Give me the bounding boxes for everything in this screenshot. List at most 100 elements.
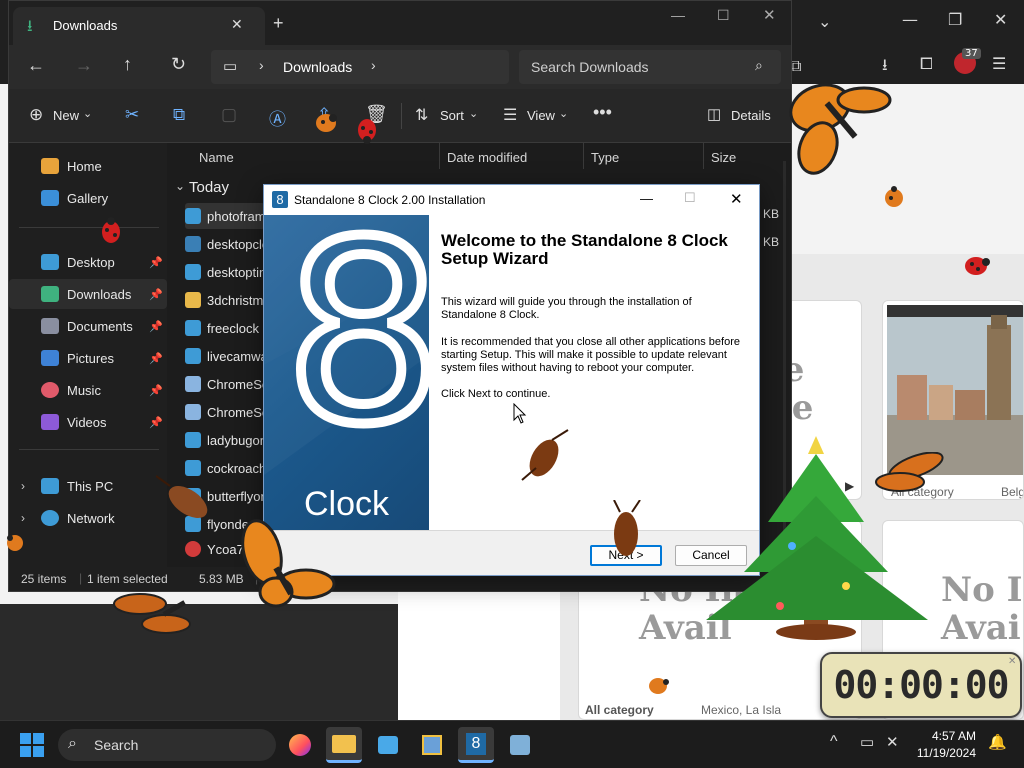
details-pane-icon[interactable]: ◫: [707, 105, 721, 123]
breadcrumb-segment[interactable]: Downloads: [283, 59, 352, 75]
sidebar-item-label: Downloads: [67, 286, 132, 302]
minimize-icon[interactable]: —: [902, 10, 918, 29]
taskbar-time[interactable]: 4:57 AM: [906, 729, 976, 743]
column-header-size[interactable]: Size: [711, 150, 736, 165]
ladybug-icon: [7, 535, 23, 551]
copy-icon[interactable]: ⧉: [173, 105, 185, 125]
view-button[interactable]: View: [527, 108, 555, 123]
sidebar-item-music[interactable]: Music 📌: [9, 375, 167, 405]
clock-widget[interactable]: 00:00:00 ✕: [820, 652, 1022, 718]
network-icon[interactable]: ▭: [860, 733, 874, 751]
extensions-icon[interactable]: ⧠: [920, 54, 933, 74]
pin-icon[interactable]: 📌: [149, 352, 163, 365]
sort-chevron-icon[interactable]: ⌄: [469, 107, 478, 120]
view-icon[interactable]: ☰: [503, 105, 517, 125]
more-icon[interactable]: •••: [593, 102, 612, 123]
table-row[interactable]: desktopclo: [185, 231, 265, 257]
close-icon[interactable]: ✕: [994, 10, 1007, 29]
refresh-icon[interactable]: ↻: [171, 54, 186, 75]
sidebar-item-videos[interactable]: Videos 📌: [9, 407, 167, 437]
maximize-icon[interactable]: ❐: [948, 10, 962, 29]
rename-icon[interactable]: Ⓐ: [269, 105, 286, 130]
file-name: 3dchristma: [207, 292, 265, 308]
new-button[interactable]: New: [53, 108, 79, 123]
card-caption-right: Belg: [1001, 485, 1024, 499]
new-icon[interactable]: ⊕: [29, 105, 43, 125]
taskbar-file-explorer[interactable]: [326, 727, 362, 763]
menu-icon[interactable]: ☰: [992, 54, 1006, 73]
search-icon[interactable]: ⌕: [755, 57, 763, 74]
view-chevron-icon[interactable]: ⌄: [559, 107, 568, 120]
sidebar-item-network[interactable]: › Network: [9, 503, 167, 533]
sort-icon[interactable]: ⇅: [415, 105, 428, 125]
sidebar-item-downloads[interactable]: Downloads 📌: [9, 279, 167, 309]
maximize-icon[interactable]: ☐: [717, 7, 730, 24]
cut-icon[interactable]: ✂: [125, 105, 139, 125]
pin-icon[interactable]: 📌: [149, 320, 163, 333]
column-header-name[interactable]: Name: [199, 150, 234, 165]
details-button[interactable]: Details: [731, 108, 771, 123]
table-row[interactable]: livecamwal: [185, 343, 265, 369]
notification-bell-icon[interactable]: 🔔: [988, 733, 1007, 751]
back-icon[interactable]: ←: [27, 55, 45, 76]
sidebar-item-pictures[interactable]: Pictures 📌: [9, 343, 167, 373]
sidebar-item-home[interactable]: Home: [9, 151, 167, 181]
breadcrumb-chevron-icon[interactable]: ›: [259, 57, 264, 73]
table-row[interactable]: ladybugon: [185, 427, 265, 453]
up-icon[interactable]: ↑: [123, 54, 132, 75]
table-row[interactable]: ChromeSet: [185, 399, 265, 425]
new-chevron-icon[interactable]: ⌄: [83, 107, 92, 120]
close-icon[interactable]: ✕: [730, 190, 743, 208]
paste-icon[interactable]: ▢: [221, 105, 237, 125]
maximize-icon[interactable]: ☐: [684, 190, 696, 206]
address-field[interactable]: ▭ › Downloads ›: [211, 50, 509, 84]
expand-chevron-icon[interactable]: ›: [21, 511, 25, 525]
sidebar-item-documents[interactable]: Documents 📌: [9, 311, 167, 341]
start-icon[interactable]: [20, 733, 44, 757]
taskbar-date[interactable]: 11/19/2024: [906, 746, 976, 760]
table-row[interactable]: 3dchristma: [185, 287, 265, 313]
pin-icon[interactable]: 📌: [149, 288, 163, 301]
sidebar-item-desktop[interactable]: Desktop 📌: [9, 247, 167, 277]
breadcrumb-chevron-icon[interactable]: ›: [371, 57, 376, 73]
pin-icon[interactable]: 📌: [149, 384, 163, 397]
taskbar-firefox[interactable]: [282, 727, 318, 763]
download-icon[interactable]: ⭳: [882, 54, 888, 81]
close-icon[interactable]: ✕: [763, 6, 776, 24]
new-tab-icon[interactable]: +: [273, 13, 284, 34]
tab-list-chevron-icon[interactable]: ⌄: [818, 12, 831, 31]
table-row[interactable]: ChromeSet: [185, 371, 265, 397]
taskbar-installer[interactable]: 8: [458, 727, 494, 763]
pin-icon[interactable]: 📌: [149, 256, 163, 269]
column-header-type[interactable]: Type: [591, 150, 619, 165]
minimize-icon[interactable]: —: [671, 7, 685, 23]
explorer-tab[interactable]: ⭳ Downloads ✕: [13, 7, 265, 45]
expand-chevron-icon[interactable]: ›: [21, 479, 25, 493]
volume-mute-icon[interactable]: ✕: [886, 733, 899, 751]
table-row[interactable]: desktoptim: [185, 259, 265, 285]
taskbar-search[interactable]: ⌕ Search: [58, 729, 276, 761]
table-row[interactable]: photofram: [185, 203, 265, 229]
group-header[interactable]: Today: [189, 179, 229, 196]
sidebar-item-label: Pictures: [67, 350, 114, 366]
sidebar-item-this-pc[interactable]: › This PC: [9, 471, 167, 501]
selection-count: 1 item selected: [87, 572, 168, 586]
file-name: photofram: [207, 208, 265, 224]
group-collapse-icon[interactable]: ⌄: [175, 179, 185, 193]
taskbar-app[interactable]: [370, 727, 406, 763]
widget-close-icon[interactable]: ✕: [1008, 656, 1016, 667]
sidebar-item-gallery[interactable]: Gallery: [9, 183, 167, 213]
column-header-date[interactable]: Date modified: [447, 150, 527, 165]
sort-button[interactable]: Sort: [440, 108, 464, 123]
show-hidden-icons-icon[interactable]: ^: [830, 733, 838, 751]
search-input[interactable]: Search Downloads: [531, 59, 649, 75]
sidebar-item-label: This PC: [67, 478, 114, 494]
search-box[interactable]: Search Downloads ⌕: [519, 50, 781, 84]
taskbar-app[interactable]: [414, 727, 450, 763]
minimize-icon[interactable]: —: [640, 191, 653, 206]
taskbar-app[interactable]: [502, 727, 538, 763]
table-row[interactable]: freeclock: [185, 315, 265, 341]
tab-close-icon[interactable]: ✕: [231, 16, 243, 33]
forward-icon[interactable]: →: [75, 55, 93, 76]
pin-icon[interactable]: 📌: [149, 416, 163, 429]
